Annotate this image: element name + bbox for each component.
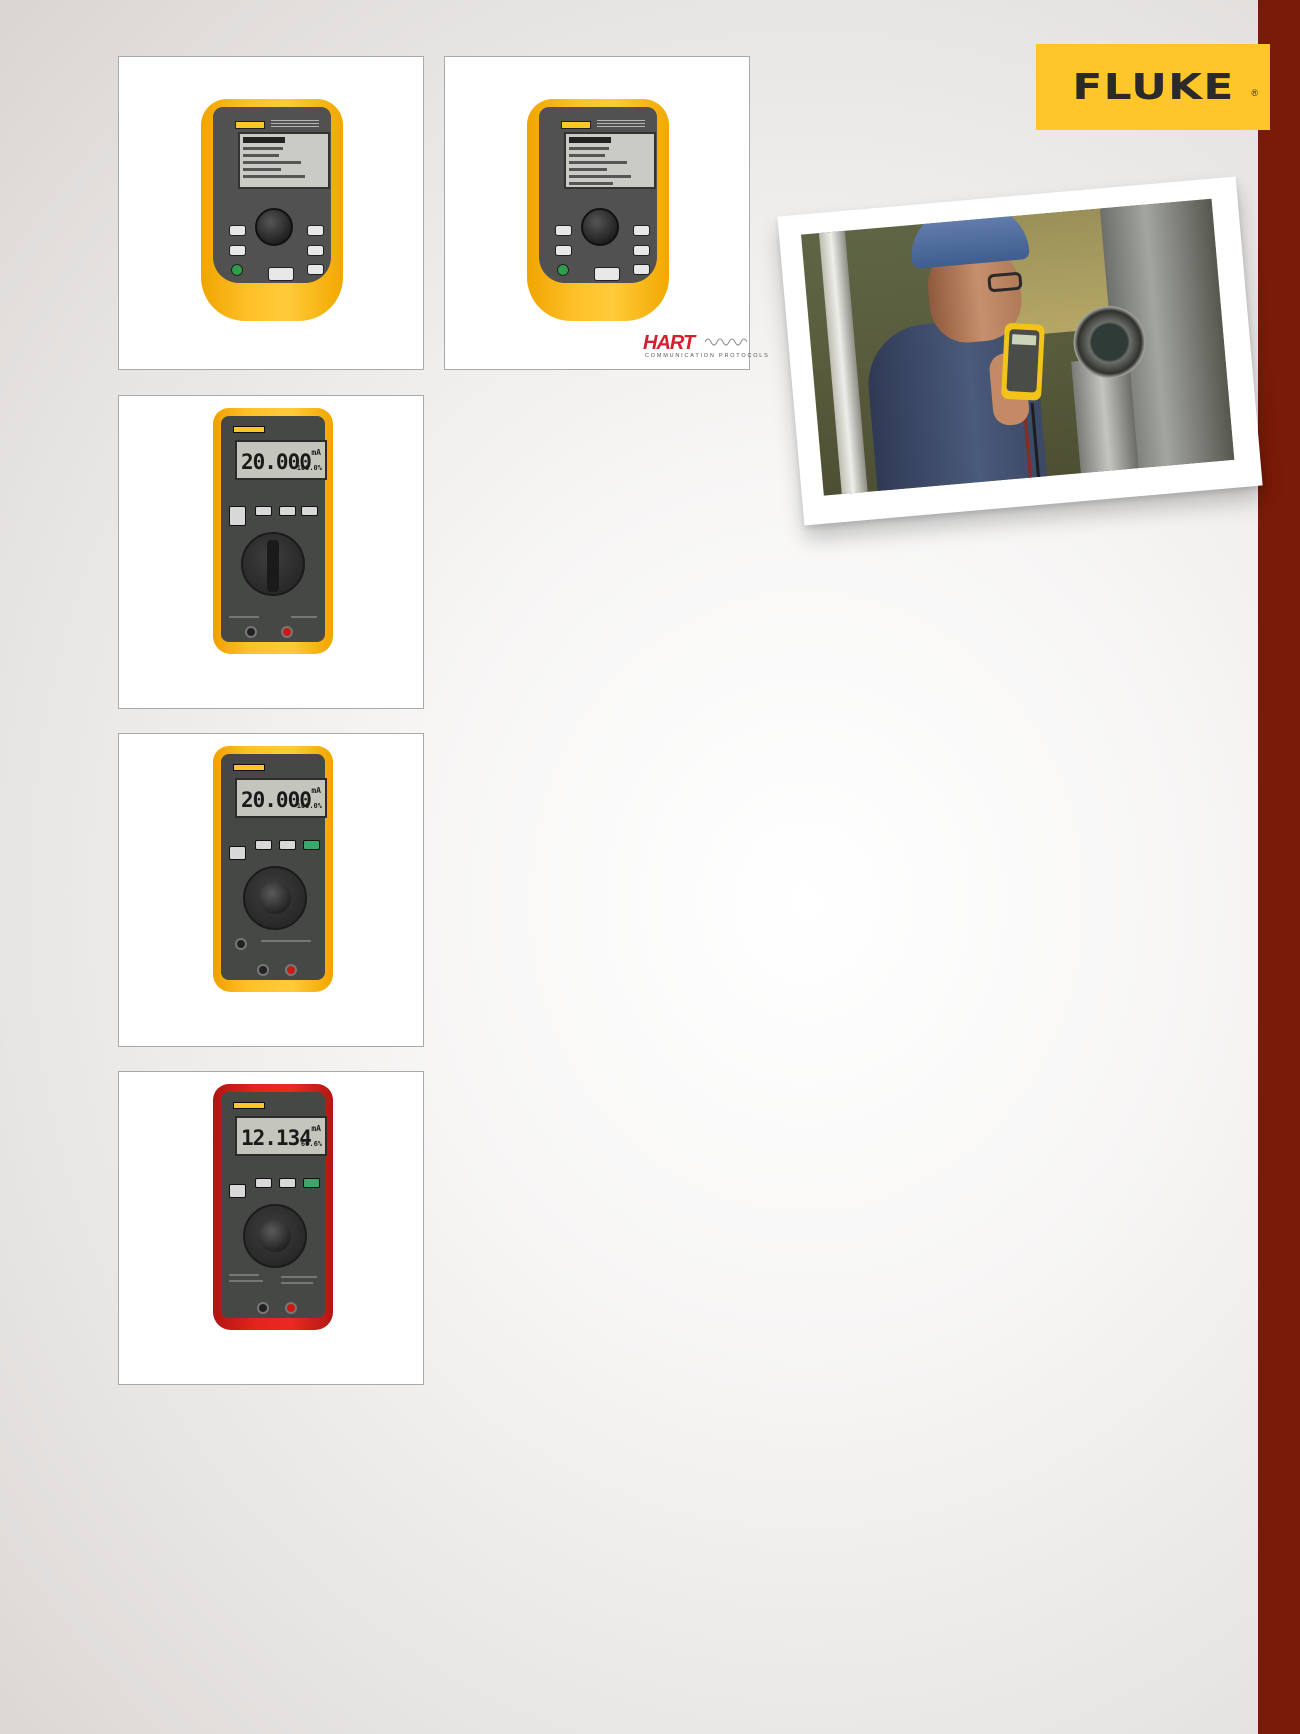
- registered-mark: ®: [1251, 88, 1258, 98]
- technician-photo-frame: [777, 176, 1263, 526]
- calibrator-707ex-display: 12.134 mA 60.6%: [235, 1116, 327, 1156]
- hart-protocol-logo: HART COMMUNICATION PROTOCOLS: [643, 332, 768, 361]
- hart-wave-icon: [705, 338, 747, 346]
- fluke-logo: FLUKE ®: [1036, 44, 1270, 130]
- product-panel-707: 20.000 mA 100.0%: [118, 733, 424, 1047]
- logo-wordmark: FLUKE: [1071, 66, 1235, 108]
- calibrator-709-image: [201, 99, 343, 321]
- technician-photo: [801, 198, 1235, 496]
- product-panel-707ex: 12.134 mA 60.6%: [118, 1071, 424, 1385]
- hart-subtitle: COMMUNICATION PROTOCOLS: [645, 353, 770, 359]
- hart-wordmark: HART: [643, 332, 695, 354]
- calibrator-705-display: 20.000 mA 100.0%: [235, 440, 327, 480]
- side-stripe: [1258, 0, 1300, 1734]
- calibrator-707ex-image: 12.134 mA 60.6%: [213, 1084, 333, 1330]
- product-panel-705: 20.000 mA 100.0%: [118, 395, 424, 709]
- calibrator-707-image: 20.000 mA 100.0%: [213, 746, 333, 992]
- calibrator-705-image: 20.000 mA 100.0%: [213, 408, 333, 654]
- calibrator-707-display: 20.000 mA 100.0%: [235, 778, 327, 818]
- calibrator-709h-image: [527, 99, 669, 321]
- product-panel-709h: HART COMMUNICATION PROTOCOLS: [444, 56, 768, 370]
- product-panel-709: [118, 56, 424, 370]
